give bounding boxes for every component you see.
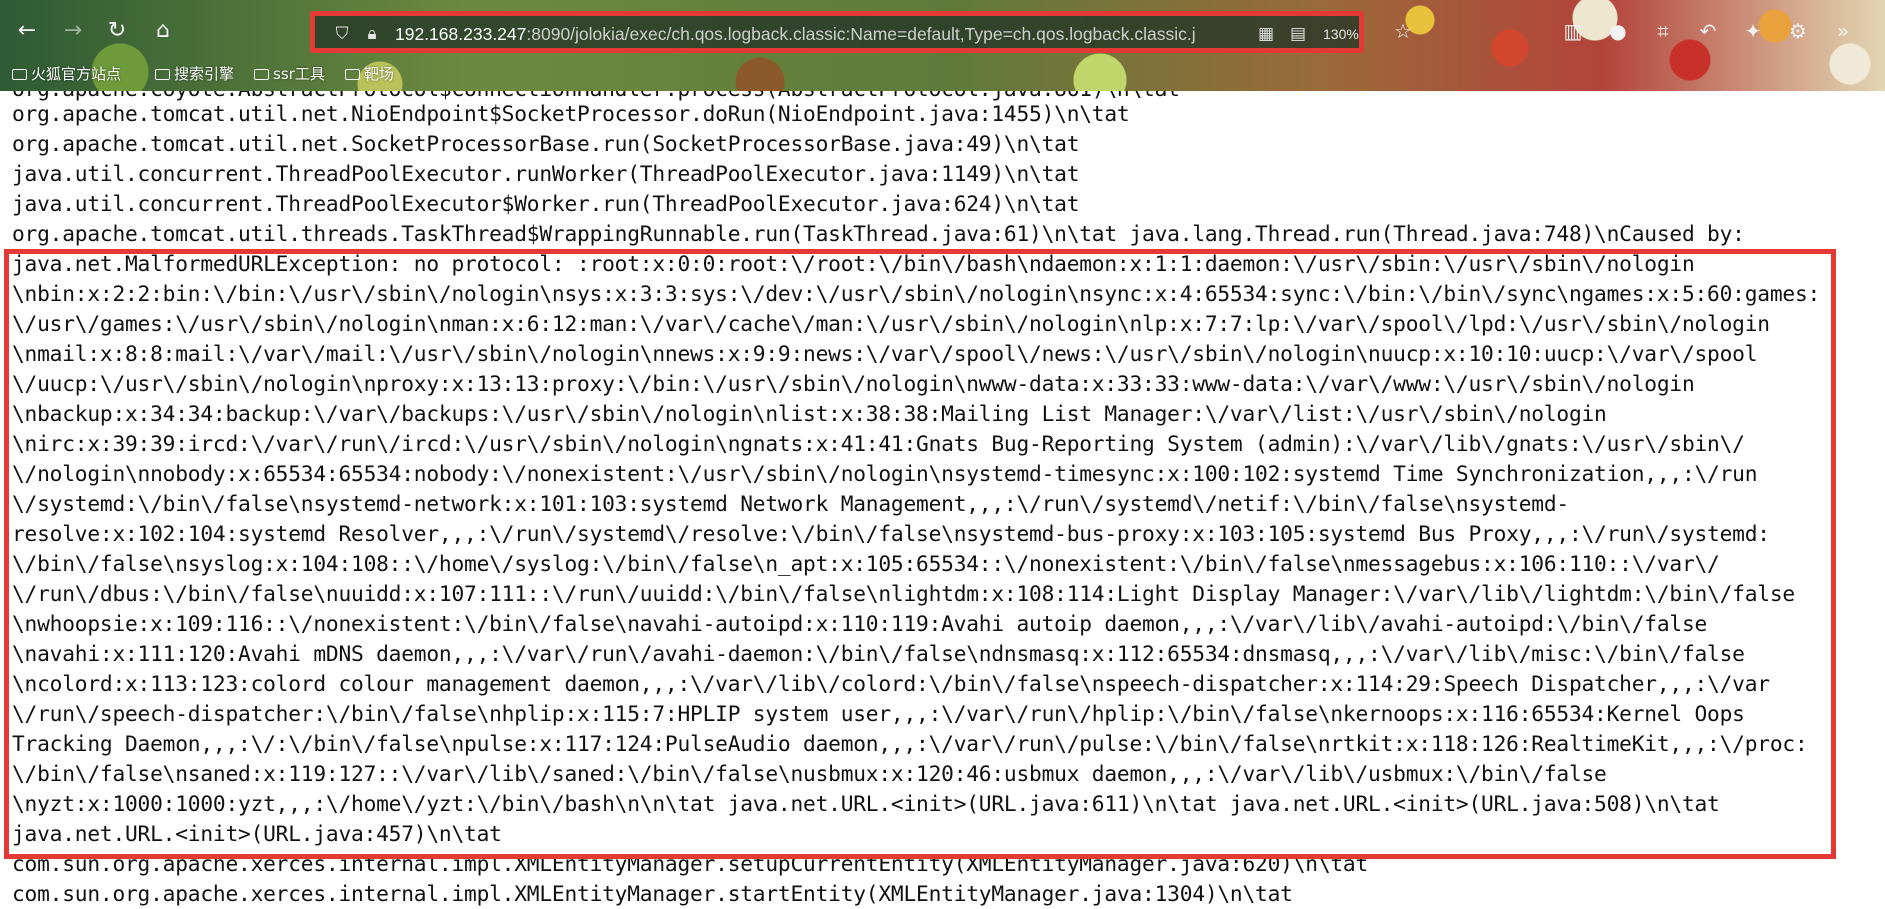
puzzle-icon: ⚙ (1789, 19, 1807, 43)
forward-button[interactable]: → (60, 18, 86, 44)
bookmark-label: 靶场 (363, 64, 394, 83)
passwd-line: \/run\/speech-dispatcher:\/bin\/false\nh… (12, 701, 1745, 726)
passwd-line: \/uucp:\/usr\/sbin\/nologin\nproxy:x:13:… (12, 371, 1695, 396)
passwd-line: \nyzt:x:1000:1000:yzt,,,:\/home\/yzt:\/b… (12, 791, 1720, 816)
passwd-line: \navahi:x:111:120:Avahi mDNS daemon,,,:\… (12, 641, 1745, 666)
bookmark-label: 火狐官方站点 (31, 64, 122, 83)
url-text[interactable]: 192.168.233.247:8090/jolokia/exec/ch.qos… (395, 22, 1235, 46)
passwd-line: resolve:x:102:104:systemd Resolver,,,:\/… (12, 521, 1770, 546)
crop-icon: ⌗ (1657, 19, 1669, 43)
passwd-line: \/nologin\nnobody:x:65534:65534:nobody:\… (12, 461, 1758, 486)
stack-trace-line: java.util.concurrent.ThreadPoolExecutor$… (12, 191, 1080, 216)
bookmark-label: 搜索引擎 (174, 64, 235, 83)
stack-trace-line: org.apache.tomcat.util.net.NioEndpoint$S… (12, 101, 1130, 126)
stack-trace-line: com.sun.org.apache.xerces.internal.impl.… (12, 851, 1369, 876)
reader-view-icon[interactable]: ▤ (1287, 23, 1309, 45)
overflow-button[interactable]: » (1830, 18, 1856, 44)
undo-icon: ↶ (1699, 19, 1717, 43)
stack-trace-line: java.net.URL.<init>(URL.java:457)\n\tat (12, 821, 502, 846)
folder-icon (12, 68, 27, 80)
undo-button[interactable]: ↶ (1695, 18, 1721, 44)
account-button[interactable]: ● (1605, 18, 1631, 44)
sidebar-icon: ▥ (1563, 19, 1583, 43)
reload-button[interactable]: ↻ (104, 18, 130, 44)
screenshot-button[interactable]: ⌗ (1650, 18, 1676, 44)
star-icon: ☆ (1394, 19, 1412, 43)
bookmarks-toolbar: 火狐官方站点 搜索引擎 ssr工具 靶场 (12, 62, 394, 84)
zoom-level[interactable]: 130% (1323, 24, 1359, 44)
passwd-line: \nwhoopsie:x:109:116::\/nonexistent:\/bi… (12, 611, 1708, 636)
bookmark-ssr-tools[interactable]: ssr工具 (254, 63, 325, 84)
stack-trace-line: com.sun.org.apache.xerces.internal.impl.… (12, 881, 1293, 906)
address-bar[interactable]: ⛉ 🔒︎ 192.168.233.247:8090/jolokia/exec/c… (310, 11, 1364, 53)
reload-icon: ↻ (107, 18, 127, 43)
stack-trace-line: java.util.concurrent.ThreadPoolExecutor.… (12, 161, 1080, 186)
home-icon: ⌂ (156, 18, 170, 43)
passwd-line: \ncolord:x:113:123:colord colour managem… (12, 671, 1770, 696)
bookmark-star-button[interactable]: ☆ (1390, 18, 1416, 44)
extension-icon: ✦ (1744, 19, 1762, 43)
lock-icon[interactable]: 🔒︎ (361, 23, 383, 45)
arrow-left-icon: ← (17, 18, 37, 43)
exception-line: java.net.MalformedURLException: no proto… (12, 251, 1695, 276)
passwd-line: Tracking Daemon,,,:\/:\/bin\/false\npuls… (12, 731, 1808, 756)
browser-toolbar: ← → ↻ ⌂ ⛉ 🔒︎ 192.168.233.247:8090/joloki… (0, 0, 1885, 91)
shield-icon[interactable]: ⛉ (331, 23, 353, 45)
back-button[interactable]: ← (14, 18, 40, 44)
bookmark-range[interactable]: 靶场 (344, 63, 394, 84)
chevron-right-icon: » (1836, 19, 1850, 43)
home-button[interactable]: ⌂ (150, 18, 176, 44)
passwd-line: \nbin:x:2:2:bin:\/bin:\/usr\/sbin\/nolog… (12, 281, 1821, 306)
folder-icon (344, 68, 360, 80)
folder-icon (155, 68, 171, 80)
extension-button[interactable]: ✦ (1740, 18, 1766, 44)
url-path: :8090/jolokia/exec/ch.qos.logback.classi… (526, 24, 1196, 44)
arrow-right-icon: → (63, 18, 83, 43)
passwd-line: \/systemd:\/bin\/false\nsystemd-network:… (12, 491, 1569, 516)
bookmark-label: ssr工具 (273, 64, 325, 83)
passwd-line: \/run\/dbus:\/bin\/false\nuuidd:x:107:11… (12, 581, 1795, 606)
account-icon: ● (1609, 19, 1627, 43)
extension-2-button[interactable]: ⚙ (1785, 18, 1811, 44)
page-content: org.apache.coyote.AbstractProtocol$Conne… (0, 91, 1885, 909)
passwd-line: \/bin\/false\nsyslog:x:104:108::\/home\/… (12, 551, 1720, 576)
qr-code-icon[interactable]: ▦ (1255, 23, 1277, 45)
folder-icon (254, 68, 270, 80)
passwd-line: \nmail:x:8:8:mail:\/var\/mail:\/usr\/sbi… (12, 341, 1758, 366)
passwd-line: \nbackup:x:34:34:backup:\/var\/backups:\… (12, 401, 1607, 426)
passwd-line: \/usr\/games:\/usr\/sbin\/nologin\nman:x… (12, 311, 1770, 336)
sidebar-button[interactable]: ▥ (1560, 18, 1586, 44)
bookmark-firefox-sites[interactable]: 火狐官方站点 (12, 63, 121, 84)
stack-trace-line: org.apache.tomcat.util.threads.TaskThrea… (12, 221, 1745, 246)
url-host: 192.168.233.247 (395, 24, 527, 44)
passwd-line: \nirc:x:39:39:ircd:\/var\/run\/ircd:\/us… (12, 431, 1745, 456)
passwd-line: \/bin\/false\nsaned:x:119:127::\/var\/li… (12, 761, 1607, 786)
stack-trace-line: org.apache.tomcat.util.net.SocketProcess… (12, 131, 1080, 156)
bookmark-search-engines[interactable]: 搜索引擎 (155, 63, 234, 84)
